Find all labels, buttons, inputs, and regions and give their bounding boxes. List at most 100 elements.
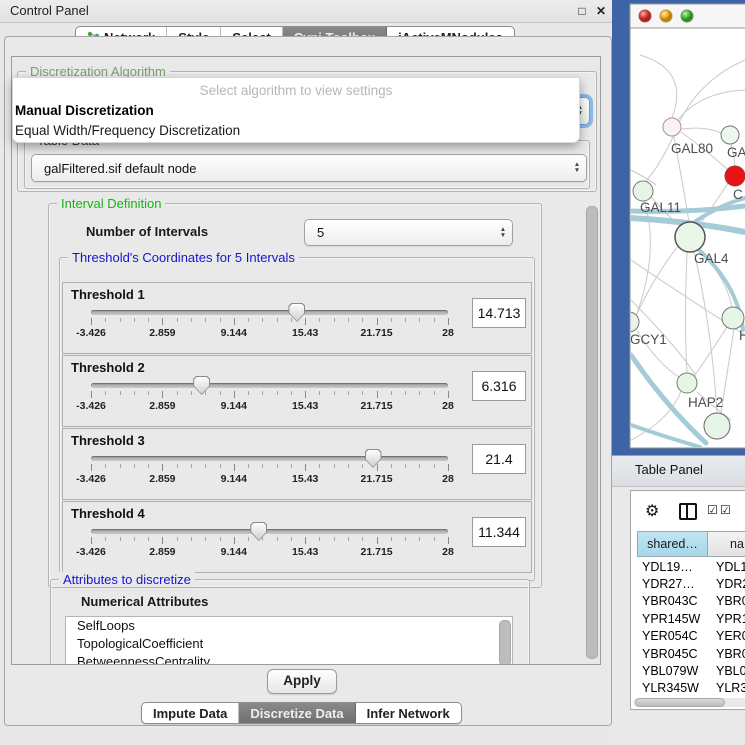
threshold-value-field[interactable]: 11.344: [472, 517, 526, 547]
popup-item[interactable]: Equal Width/Frequency Discretization: [15, 123, 577, 138]
network-view[interactable]: GAL80GACGAL11GAL4GCY1HHAP2: [612, 0, 745, 455]
slider-tick: [148, 391, 149, 395]
slider-tick: [434, 318, 435, 322]
columns-icon[interactable]: [679, 503, 697, 520]
threshold-value-field[interactable]: 14.713: [472, 298, 526, 328]
spinner-arrows-icon: ▲▼: [494, 227, 512, 239]
popup-item[interactable]: Manual Discretization: [15, 103, 577, 118]
tab-infer-network[interactable]: Infer Network: [356, 703, 461, 723]
slider-tick: [148, 537, 149, 541]
scale-label: 9.144: [210, 327, 258, 339]
hscrollbar-thumb[interactable]: [635, 698, 725, 707]
tab-impute-data[interactable]: Impute Data: [142, 703, 239, 723]
number-of-intervals-spinner[interactable]: 5 ▲▼: [304, 219, 513, 246]
slider-tick: [248, 464, 249, 468]
table-data-combo[interactable]: galFiltered.sif default node ▲▼: [31, 154, 587, 182]
slider-tick: [419, 391, 420, 395]
slider-tick: [234, 391, 235, 398]
slider-track[interactable]: [91, 310, 448, 315]
slider-thumb[interactable]: [250, 522, 267, 541]
network-node[interactable]: [677, 373, 697, 393]
table-row[interactable]: YBL079WYBL0: [637, 662, 745, 679]
slider-tick: [234, 537, 235, 544]
checkbox-icon[interactable]: ☑: [707, 503, 718, 517]
slider-tick: [319, 464, 320, 468]
list-item[interactable]: TopologicalCoefficient: [66, 635, 512, 653]
column-header-shared-name[interactable]: shared…: [637, 531, 708, 557]
slider-tick: [391, 537, 392, 541]
table-row[interactable]: YER054CYER0: [637, 628, 745, 645]
slider-tick: [362, 391, 363, 395]
table-row[interactable]: YLR345WYLR3: [637, 680, 745, 697]
apply-button[interactable]: Apply: [267, 669, 337, 694]
mac-close-icon[interactable]: [639, 10, 651, 22]
scale-label: 21.715: [353, 473, 401, 485]
slider-tick: [291, 391, 292, 395]
table-cell-shared-name: YDL19…: [637, 560, 708, 574]
mac-zoom-icon[interactable]: [681, 10, 693, 22]
network-node[interactable]: [721, 126, 739, 144]
network-node[interactable]: [633, 181, 653, 201]
slider-tick: [434, 537, 435, 541]
slider-track[interactable]: [91, 456, 448, 461]
control-panel-titlebar[interactable]: Control Panel □ ✕: [0, 0, 612, 23]
slider-tick: [448, 318, 449, 325]
table-row[interactable]: YBR045CYBR0: [637, 645, 745, 662]
slider-tick: [334, 464, 335, 468]
checkbox-icon[interactable]: ☑: [720, 503, 731, 517]
table-row[interactable]: YPR145WYPR1: [637, 610, 745, 627]
table-row[interactable]: YBR043CYBR0: [637, 593, 745, 610]
scale-label: -3.426: [67, 400, 115, 412]
slider-tick: [348, 391, 349, 395]
slider-track[interactable]: [91, 383, 448, 388]
network-node[interactable]: [725, 166, 745, 186]
thresholds-group-title: Threshold's Coordinates for 5 Intervals: [68, 250, 299, 265]
slider-tick: [262, 318, 263, 322]
close-icon[interactable]: ✕: [593, 3, 609, 19]
number-of-intervals-label: Number of Intervals: [86, 224, 208, 239]
table-row[interactable]: YDL19…YDL1: [637, 558, 745, 575]
float-window-icon[interactable]: □: [574, 3, 590, 19]
network-node[interactable]: [722, 307, 744, 329]
list-item[interactable]: SelfLoops: [66, 617, 512, 635]
panel-scrollbar[interactable]: [586, 206, 598, 659]
slider-thumb[interactable]: [193, 376, 210, 395]
network-node[interactable]: [704, 413, 730, 439]
tab-discretize-data[interactable]: Discretize Data: [239, 703, 355, 723]
threshold-box: Threshold 2-3.4262.8599.14415.4321.71528…: [62, 355, 532, 427]
threshold-box: Threshold 1-3.4262.8599.14415.4321.71528…: [62, 282, 532, 354]
gear-icon[interactable]: ⚙: [645, 501, 659, 521]
scale-label: 9.144: [210, 473, 258, 485]
network-node[interactable]: [663, 118, 681, 136]
scale-label: 2.859: [138, 546, 186, 558]
popup-item[interactable]: Select algorithm to view settings: [15, 83, 577, 98]
column-header-name[interactable]: na: [708, 531, 745, 557]
list-item[interactable]: BetweennessCentrality: [66, 653, 512, 665]
numerical-attributes-list[interactable]: SelfLoopsTopologicalCoefficientBetweenne…: [65, 616, 513, 665]
table-row[interactable]: YDR27…YDR2: [637, 575, 745, 592]
mac-minimize-icon[interactable]: [660, 10, 672, 22]
slider-tick: [291, 464, 292, 468]
slider-track[interactable]: [91, 529, 448, 534]
slider-tick: [377, 391, 378, 398]
slider-tick: [391, 391, 392, 395]
threshold-value-field[interactable]: 21.4: [472, 444, 526, 474]
table-cell-shared-name: YDR27…: [637, 577, 708, 591]
slider-tick: [91, 537, 92, 544]
table-hscrollbar[interactable]: [633, 698, 745, 707]
network-node[interactable]: [675, 222, 705, 252]
table-data-combo-value: galFiltered.sif default node: [32, 161, 568, 176]
interval-definition-title: Interval Definition: [57, 196, 165, 211]
table-cell-shared-name: YBL079W: [637, 664, 708, 678]
table-panel-bar[interactable]: Table Panel: [612, 455, 745, 487]
interval-definition-group: Interval Definition Number of Intervals …: [48, 203, 542, 588]
threshold-value-field[interactable]: 6.316: [472, 371, 526, 401]
scale-label: 2.859: [138, 400, 186, 412]
slider-tick: [334, 318, 335, 322]
slider-tick: [177, 391, 178, 395]
slider-tick: [262, 391, 263, 395]
slider-tick: [434, 391, 435, 395]
slider-thumb[interactable]: [365, 449, 382, 468]
list-scrollbar[interactable]: [499, 620, 511, 665]
scale-label: 15.43: [281, 546, 329, 558]
